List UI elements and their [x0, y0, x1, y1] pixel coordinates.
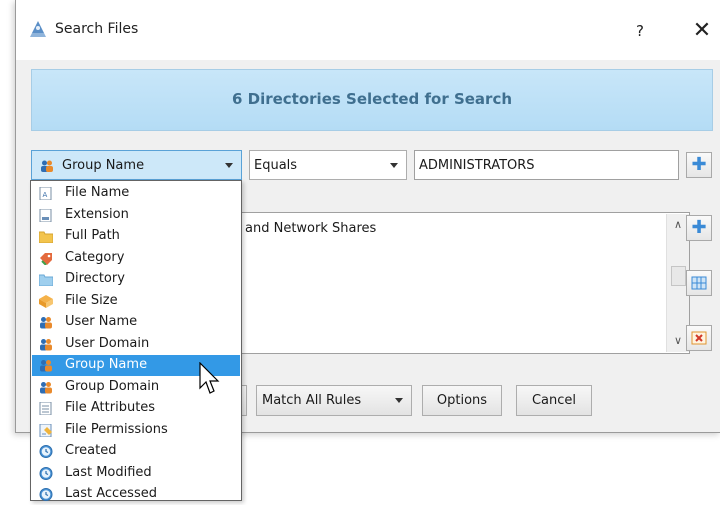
- dropdown-item-label: File Name: [65, 185, 130, 200]
- chevron-down-icon: [390, 163, 398, 168]
- directory-list-text: and Network Shares: [245, 221, 377, 236]
- dropdown-item[interactable]: Category: [32, 248, 240, 269]
- add-directory-button[interactable]: ✚: [686, 215, 712, 241]
- banner-text: 6 Directories Selected for Search: [231, 90, 513, 108]
- operator-select[interactable]: Equals: [249, 150, 407, 180]
- value-input-text: ADMINISTRATORS: [419, 158, 535, 173]
- dropdown-item[interactable]: Created: [32, 441, 240, 462]
- svg-text:A: A: [43, 191, 48, 199]
- permissions-icon: [39, 423, 52, 437]
- close-button[interactable]: ✕: [688, 17, 716, 45]
- dropdown-item-label: Created: [65, 443, 117, 458]
- window-title: Search Files: [55, 21, 139, 37]
- dropdown-item[interactable]: Last Modified: [32, 463, 240, 484]
- file-name-icon: A: [39, 187, 52, 200]
- attributes-icon: [39, 402, 52, 415]
- dropdown-item-label: Directory: [65, 271, 125, 286]
- dropdown-item-label: User Domain: [65, 335, 150, 351]
- dropdown-item-label: File Size: [65, 292, 118, 308]
- extension-icon: [39, 208, 52, 222]
- dropdown-item-label: User Name: [65, 314, 138, 329]
- dropdown-item[interactable]: File Size: [32, 291, 240, 312]
- dropdown-item-label: Group Domain: [65, 378, 160, 394]
- user-icon: [40, 317, 52, 329]
- selection-banner: 6 Directories Selected for Search: [31, 69, 713, 131]
- plus-icon: ✚: [691, 217, 707, 238]
- match-mode-select[interactable]: Match All Rules: [256, 385, 412, 416]
- app-icon: [30, 21, 46, 37]
- group-icon: [40, 360, 52, 372]
- folder-icon: [39, 231, 53, 243]
- add-rule-button[interactable]: ✚: [686, 152, 712, 178]
- cancel-button[interactable]: Cancel: [516, 385, 592, 416]
- dropdown-item[interactable]: File Attributes: [32, 398, 240, 419]
- dropdown-item[interactable]: Full Path: [32, 226, 240, 247]
- field-select[interactable]: Group Name: [31, 150, 242, 180]
- field-select-value: Group Name: [62, 158, 145, 173]
- category-icon: [40, 252, 52, 265]
- dropdown-item[interactable]: Directory: [32, 269, 240, 290]
- chevron-down-icon: [225, 163, 233, 168]
- dropdown-item[interactable]: A File Name: [32, 183, 240, 204]
- remove-directory-button[interactable]: [686, 325, 712, 351]
- group-icon: [41, 160, 53, 172]
- grid-icon: [691, 276, 707, 290]
- dropdown-item[interactable]: Extension: [32, 205, 240, 226]
- match-mode-value: Match All Rules: [262, 393, 362, 408]
- dropdown-item[interactable]: User Name: [32, 312, 240, 333]
- dropdown-item[interactable]: Last Accessed: [32, 484, 240, 505]
- clock-icon: [39, 466, 53, 480]
- operator-select-value: Equals: [254, 158, 298, 173]
- dropdown-item[interactable]: User Domain: [32, 334, 240, 355]
- field-dropdown-list[interactable]: A File Name Extension Full Path Category Dire…: [30, 180, 242, 501]
- clock-icon: [39, 445, 53, 458]
- options-button[interactable]: Options: [422, 385, 502, 416]
- dropdown-item-label: Full Path: [65, 228, 120, 243]
- clock-icon: [39, 488, 53, 501]
- dropdown-item-label: Category: [65, 249, 125, 265]
- user-icon: [40, 338, 52, 350]
- chevron-down-icon: [395, 398, 403, 403]
- dropdown-item[interactable]: File Permissions: [32, 420, 240, 441]
- select-directories-button[interactable]: [686, 270, 712, 296]
- title-bar: Search Files ? ✕: [16, 0, 720, 60]
- dropdown-item-label: Last Modified: [65, 464, 152, 480]
- plus-icon: ✚: [691, 154, 707, 175]
- directory-icon: [39, 274, 53, 286]
- help-button[interactable]: ?: [628, 19, 652, 43]
- mouse-cursor-icon: [199, 362, 220, 394]
- dropdown-item-label: File Permissions: [65, 421, 168, 437]
- dropdown-item-label: File Attributes: [65, 400, 156, 415]
- value-input[interactable]: ADMINISTRATORS: [414, 150, 679, 180]
- group-icon: [40, 381, 52, 393]
- scroll-thumb[interactable]: [671, 266, 686, 286]
- dropdown-item-label: Extension: [65, 206, 129, 222]
- file-size-icon: [39, 294, 53, 308]
- delete-icon: [691, 331, 707, 345]
- dropdown-item-label: Last Accessed: [65, 486, 157, 501]
- dropdown-item-label: Group Name: [65, 357, 148, 372]
